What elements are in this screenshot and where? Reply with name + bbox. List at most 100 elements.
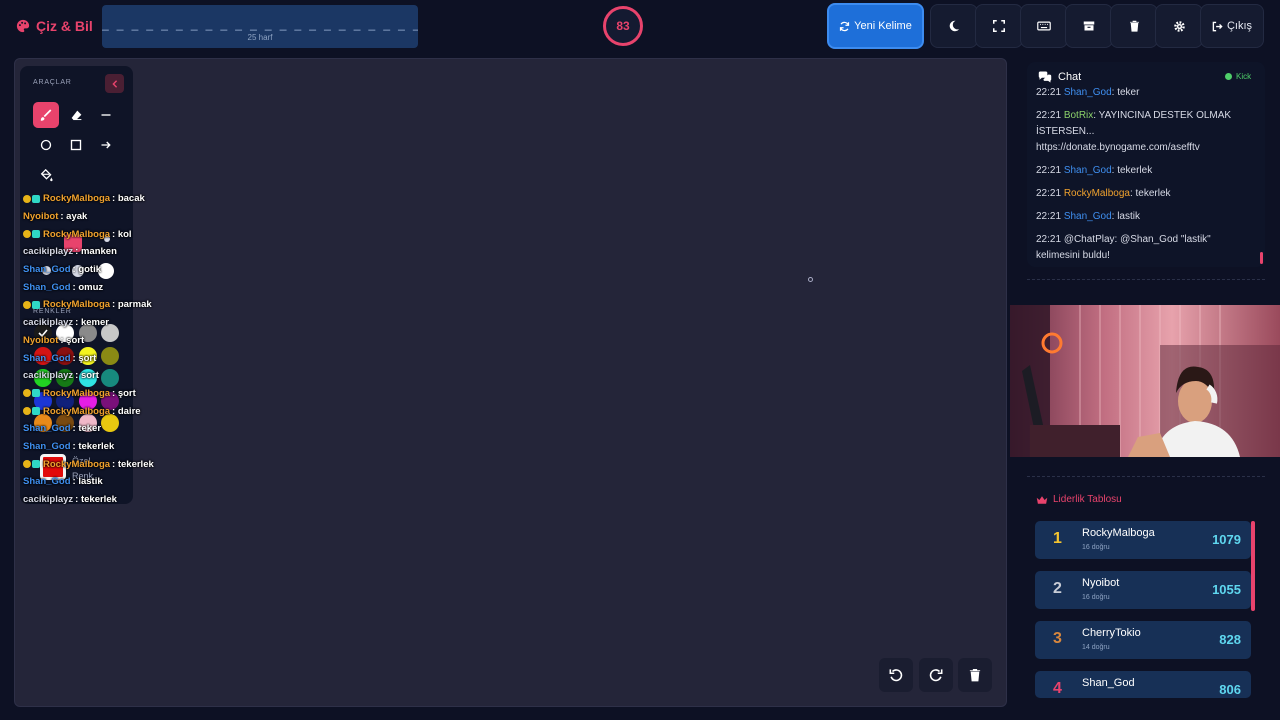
chat-message: 22:21 RockyMalboga: tekerlek (1036, 186, 1250, 202)
undo-icon (889, 669, 903, 682)
panel-divider (1027, 279, 1265, 303)
word-hint-box: _ _ _ _ _ _ _ _ _ _ _ _ _ _ _ _ _ _ _ _ … (102, 5, 418, 48)
leaderboard-header: Liderlik Tablosu (1036, 494, 1122, 505)
archive-button[interactable] (1065, 4, 1113, 48)
leaderboard-row[interactable]: 3 CherryTokio 14 doğru 828 (1035, 621, 1251, 659)
badge-icon (23, 230, 31, 239)
overlay-message: : manken (75, 246, 117, 258)
chat-username[interactable]: Shan_God (1064, 87, 1112, 98)
logout-button[interactable]: Çıkış (1200, 4, 1264, 48)
correct-count: 16 doğru (1082, 594, 1110, 601)
user-badges (23, 194, 40, 203)
overlay-username: RockyMalboga (43, 387, 111, 399)
overlay-username: cacikiplayz (23, 494, 74, 506)
chat-message: 22:21 Shan_God: tekerlek (1036, 163, 1250, 179)
badge-icon (32, 389, 40, 398)
logout-label: Çıkış (1226, 20, 1253, 32)
chat-username[interactable]: RockyMalboga (1064, 188, 1130, 199)
badge-icon (23, 389, 31, 398)
new-word-button[interactable]: Yeni Kelime (827, 3, 924, 49)
overlay-message: : sort (75, 370, 99, 382)
chat-scrollbar[interactable] (1260, 252, 1263, 264)
overlay-chat-line: Shan_God: tekerlek (23, 438, 183, 456)
undo-button[interactable] (879, 658, 913, 692)
platform-label: Kick (1236, 72, 1252, 81)
overlay-username: Shan_God (23, 440, 71, 452)
chat-username[interactable]: BotRix (1064, 110, 1093, 121)
clear-button[interactable] (1110, 4, 1158, 48)
overlay-username: Shan_God (23, 476, 71, 488)
chat-username[interactable]: Shan_God (1064, 211, 1112, 222)
rectangle-tool[interactable] (63, 132, 89, 158)
leaderboard-row[interactable]: 1 RockyMalboga 16 doğru 1079 (1035, 521, 1251, 559)
overlay-message: : gotik (72, 264, 102, 276)
overlay-chat-line: Shan_God: teker (23, 420, 183, 438)
gear-icon (1173, 20, 1185, 32)
player-name: Nyoibot (1082, 577, 1120, 589)
overlay-message: : kemer (75, 317, 109, 329)
fullscreen-button[interactable] (975, 4, 1023, 48)
correct-count: 14 doğru (1082, 644, 1110, 651)
canvas-clear-button[interactable] (958, 658, 992, 692)
overlay-message: : daire (112, 405, 141, 417)
rank-number: 4 (1053, 680, 1062, 697)
leaderboard-title: Liderlik Tablosu (1053, 494, 1122, 505)
letter-count: 25 harf (247, 33, 273, 42)
overlay-username: RockyMalboga (43, 405, 111, 417)
correct-count: 16 doğru (1082, 544, 1110, 551)
palette-icon (16, 19, 30, 33)
arrow-right-icon (101, 141, 111, 149)
overlay-message: : şort (72, 352, 97, 364)
settings-button[interactable] (1155, 4, 1203, 48)
circle-tool[interactable] (33, 132, 59, 158)
arrow-tool[interactable] (93, 132, 119, 158)
chat-username[interactable]: @ChatPlay (1064, 234, 1115, 245)
leaderboard-row[interactable]: 4 Shan_God 806 (1035, 671, 1251, 698)
collapse-tools-button[interactable] (105, 74, 124, 93)
overlay-username: RockyMalboga (43, 458, 111, 470)
line-tool[interactable] (93, 102, 119, 128)
cursor-indicator (808, 277, 813, 282)
leaderboard-scrollbar[interactable] (1251, 521, 1255, 611)
timer-value: 83 (616, 19, 630, 33)
app-title: Çiz & Bil (36, 18, 93, 34)
dark-mode-button[interactable] (930, 4, 978, 48)
overlay-chat-line: cacikiplayz: sort (23, 367, 183, 385)
new-word-label: Yeni Kelime (854, 20, 912, 32)
overlay-chat-line: Shan_God: gotik (23, 261, 183, 279)
keyboard-button[interactable] (1020, 4, 1068, 48)
overlay-chat-line: RockyMalboga: daire (23, 402, 183, 420)
fill-tool[interactable] (33, 162, 59, 188)
badge-icon (23, 194, 31, 203)
badge-icon (32, 194, 40, 203)
chat-title: Chat (1058, 71, 1082, 83)
user-badges (23, 460, 40, 469)
chat-username[interactable]: Shan_God (1064, 165, 1112, 176)
chat-time: 22:21 (1036, 110, 1064, 121)
eraser-tool[interactable] (63, 102, 89, 128)
refresh-icon (840, 21, 850, 31)
online-dot (1225, 73, 1232, 80)
logout-icon (1212, 21, 1223, 31)
overlay-message: : kol (112, 228, 132, 240)
badge-icon (32, 407, 40, 416)
overlay-username: RockyMalboga (43, 228, 111, 240)
overlay-username: Nyoibot (23, 334, 59, 346)
chat-text: : teker (1111, 87, 1140, 98)
eraser-icon (71, 110, 81, 120)
redo-icon (929, 669, 943, 682)
chat-messages[interactable]: 22:21 Shan_God: teker 22:21 BotRix: YAYIN… (1036, 85, 1250, 265)
overlay-message: : ayak (60, 211, 88, 223)
overlay-username: RockyMalboga (43, 193, 111, 205)
leaderboard-row[interactable]: 2 Nyoibot 16 doğru 1055 (1035, 571, 1251, 609)
badge-icon (23, 300, 31, 309)
chat-message: 22:21 Shan_God: teker (1036, 85, 1250, 101)
player-score: 828 (1219, 632, 1241, 647)
redo-button[interactable] (919, 658, 953, 692)
overlay-username: Shan_God (23, 352, 71, 364)
chat-time: 22:21 (1036, 211, 1064, 222)
overlay-chat-line: Shan_God: lastik (23, 473, 183, 491)
overlay-message: : tekerlek (72, 440, 115, 452)
brush-tool[interactable] (33, 102, 59, 128)
chat-header: Chat (1038, 71, 1081, 83)
